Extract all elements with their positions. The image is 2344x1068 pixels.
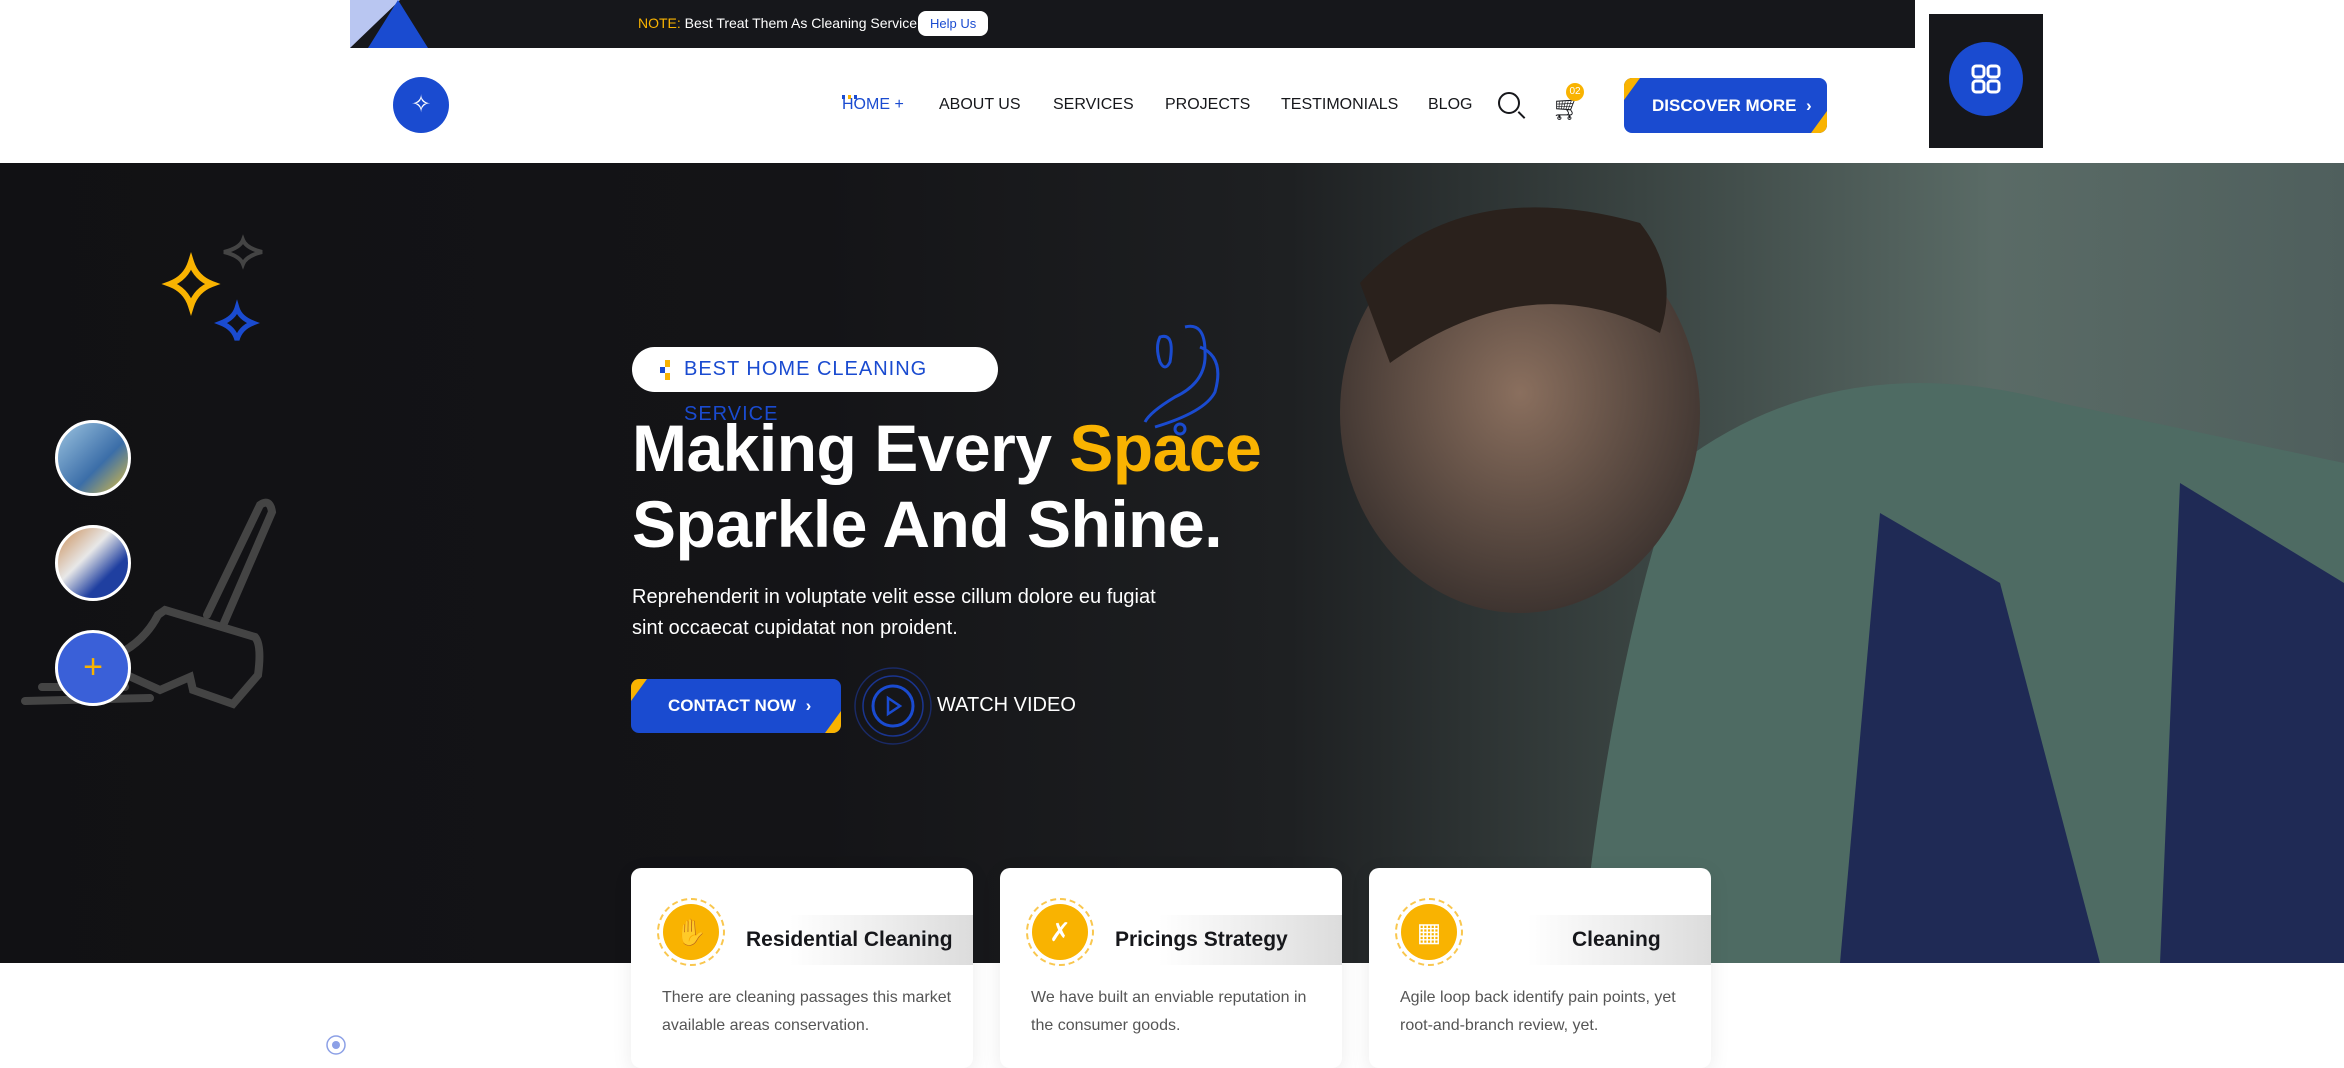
watch-video-link[interactable]: WATCH VIDEO [937, 694, 1076, 717]
thumbnail-cleaner[interactable] [55, 525, 131, 601]
hero-title: Making Every Space Sparkle And Shine. [632, 410, 1262, 562]
building-cleaning-icon: ▦ [1395, 898, 1463, 966]
play-video-button[interactable] [853, 666, 933, 746]
note-label: NOTE: [638, 15, 681, 31]
title-highlight: Space [1069, 411, 1262, 485]
grid-icon [1971, 64, 2001, 94]
nav-home[interactable]: HOME + [842, 96, 904, 114]
service-card[interactable]: ▦ Cleaning Agile loop back identify pain p… [1369, 868, 1711, 1068]
title-part: Making Every [632, 411, 1070, 485]
decor-triangle [368, 0, 428, 48]
hero-person-image [1340, 207, 2344, 963]
card-title: Residential Cleaning [746, 928, 953, 951]
scroll-indicator-icon [326, 1035, 346, 1055]
card-title: Cleaning [1572, 928, 1661, 951]
logo-icon[interactable]: ✧ [393, 77, 449, 133]
nav-services[interactable]: SERVICES [1053, 96, 1134, 114]
chevron-right-icon: › [1801, 96, 1812, 115]
thumbnail-more-button[interactable]: + [55, 630, 131, 706]
service-card[interactable]: ✗ Pricings Strategy We have built an envia… [1000, 868, 1342, 1068]
thumbnail-cleaners[interactable] [55, 420, 131, 496]
card-desc: Agile loop back identify pain points, ye… [1400, 989, 1676, 1034]
help-us-button[interactable]: Help Us [918, 11, 989, 36]
cart-count-badge: 02 [1566, 83, 1584, 101]
chevron-right-icon: › [800, 696, 812, 715]
discover-label: DISCOVER MORE [1652, 96, 1797, 115]
note-text: Best Treat Them As Cleaning Service [684, 15, 918, 31]
grid-menu-button[interactable] [1949, 42, 2023, 116]
search-icon[interactable] [1498, 92, 1520, 114]
discover-more-button[interactable]: DISCOVER MORE › [1624, 78, 1827, 133]
cleaning-hands-icon: ✋ [657, 898, 725, 966]
nav-blog[interactable]: BLOG [1428, 96, 1472, 114]
badge-icon [660, 360, 670, 380]
title-line2: Sparkle And Shine. [632, 487, 1223, 561]
card-desc: There are cleaning passages this market … [662, 989, 952, 1034]
nav-testimonials[interactable]: TESTIMONIALS [1281, 96, 1398, 114]
hero-badge: BEST HOME CLEANING SERVICE [632, 347, 998, 425]
service-card[interactable]: ✋ Residential Cleaning There are cleaning … [631, 868, 973, 1068]
decor-sparkles-broom [21, 234, 277, 709]
card-desc: We have built an enviable reputation in … [1031, 989, 1307, 1034]
top-note: NOTE: Best Treat Them As Cleaning Servic… [638, 15, 917, 31]
contact-label: CONTACT NOW [668, 696, 797, 715]
pricing-tools-icon: ✗ [1026, 898, 1094, 966]
card-title: Pricings Strategy [1115, 928, 1288, 951]
contact-now-button[interactable]: CONTACT NOW › [631, 679, 841, 733]
nav-projects[interactable]: PROJECTS [1165, 96, 1250, 114]
nav-about-us[interactable]: ABOUT US [939, 96, 1021, 114]
hero-paragraph: Reprehenderit in voluptate velit esse ci… [632, 586, 1156, 639]
play-icon [886, 695, 903, 717]
top-bar [350, 0, 1915, 48]
